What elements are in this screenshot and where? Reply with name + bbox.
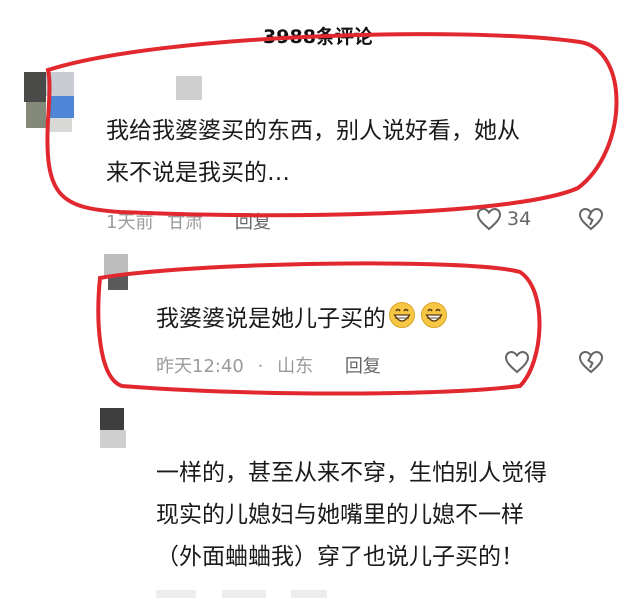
heart-outline-icon [504, 350, 530, 374]
comment-location: 甘肃 [167, 212, 204, 233]
comment-text: 我给我婆婆买的东西，别人说好看，她从 来不说是我买的… [106, 118, 520, 186]
comment-meta: 1天前 甘肃 回复 [106, 208, 279, 234]
like-count: 34 [507, 208, 532, 230]
dislike-button[interactable] [578, 207, 604, 235]
avatar[interactable] [100, 408, 128, 448]
like-button[interactable] [504, 350, 530, 374]
comment-time: 昨天12:40 [156, 356, 244, 377]
comment-meta: 昨天12:40 · 山东 回复 [156, 356, 381, 377]
comment-count-header: 3988条评论 [263, 26, 373, 48]
grinning-face-emoji [388, 301, 450, 343]
broken-heart-icon [578, 350, 604, 378]
comment-time: 1天前 [106, 212, 154, 233]
dislike-button[interactable] [578, 350, 604, 378]
comment-text: 一样的，甚至从来不穿，生怕别人觉得 现实的儿媳妇与她嘴里的儿媳不一样 （外面蛐蛐… [156, 460, 547, 570]
reply-button[interactable]: 回复 [345, 356, 381, 377]
avatar[interactable] [104, 254, 132, 292]
comment-text: 我婆婆说是她儿子买的 [156, 298, 450, 343]
comment-meta-cropped [156, 586, 328, 598]
heart-outline-icon [476, 207, 502, 231]
like-button[interactable]: 34 [476, 207, 531, 231]
comment-location: 山东 [277, 356, 314, 377]
reply-button[interactable]: 回复 [235, 212, 271, 233]
broken-heart-icon [578, 207, 604, 235]
avatar-badge [176, 76, 202, 100]
avatar[interactable] [24, 72, 80, 132]
